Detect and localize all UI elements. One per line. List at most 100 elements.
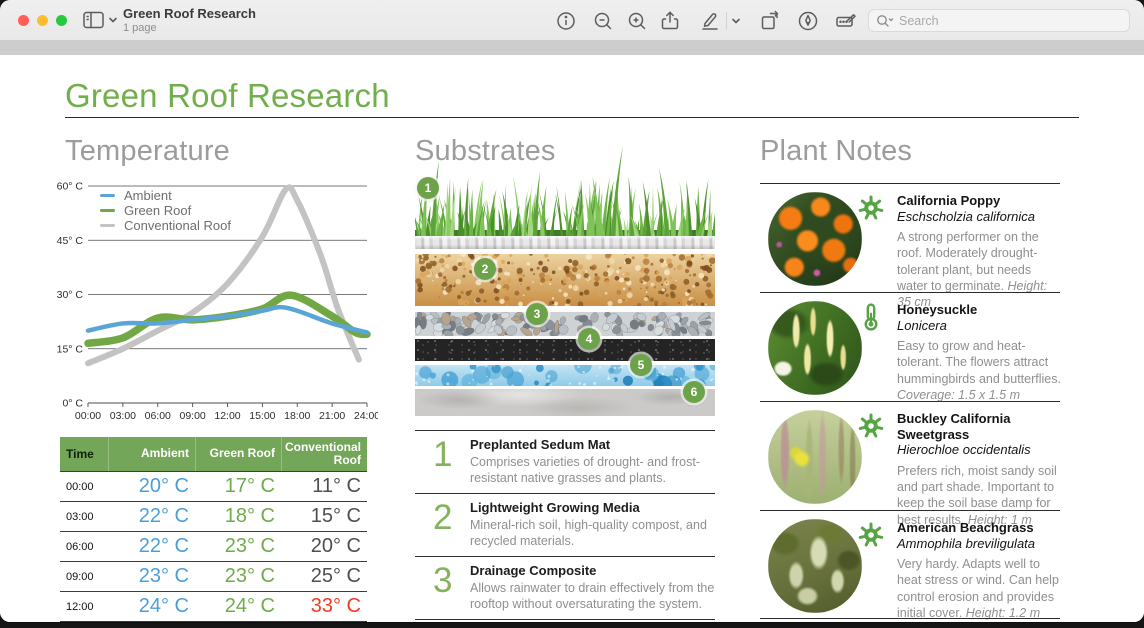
- legend-entry: Ambient: [100, 188, 231, 203]
- substrate-number: 2: [433, 498, 452, 538]
- layer-roof-deck: [415, 389, 715, 416]
- cell-ambient: 24° C: [108, 595, 195, 618]
- cell-conventional-roof: 15° C: [281, 505, 367, 528]
- cell-time: 09:00: [60, 571, 108, 583]
- sidebar-toggle-button[interactable]: [82, 10, 120, 30]
- preview-window: Green Roof Research 1 page: [0, 0, 1144, 622]
- thermometer-icon: [856, 302, 886, 332]
- plant-description: Very hardy. Adapts well to heat stress o…: [897, 556, 1062, 621]
- highlighter-icon: [697, 8, 723, 34]
- layer-water-retention: [415, 365, 715, 386]
- table-header-time: Time: [60, 437, 108, 471]
- plant-title: California Poppy: [897, 193, 1062, 209]
- substrate-badge-5: 5: [630, 354, 652, 376]
- substrate-layer-diagram: 123456: [415, 140, 715, 480]
- substrate-title: Lightweight Growing Media: [470, 500, 715, 515]
- close-window-button[interactable]: [18, 15, 29, 26]
- cell-conventional-roof: 11° C: [281, 475, 367, 498]
- substrate-list: 1Preplanted Sedum MatComprises varieties…: [415, 430, 715, 622]
- layer-root-barrier: [415, 339, 715, 361]
- substrate-number: 3: [433, 561, 452, 601]
- screenshot-stage: Green Roof Research 1 page: [0, 0, 1144, 628]
- substrate-badge-2: 2: [474, 258, 496, 280]
- table-row: 00:0020° C17° C11° C: [60, 471, 367, 501]
- svg-text:24:00: 24:00: [354, 410, 378, 422]
- cell-ambient: 22° C: [108, 505, 195, 528]
- plant-title: Honeysuckle: [897, 302, 1062, 318]
- minimize-window-button[interactable]: [37, 15, 48, 26]
- substrate-description: Comprises varieties of drought- and fros…: [470, 454, 715, 486]
- highlight-menu-button[interactable]: [728, 8, 744, 34]
- plant-note-item: California PoppyEschscholzia californica…: [760, 183, 1060, 292]
- document-page: Green Roof Research Temperature Substrat…: [0, 55, 1144, 622]
- cell-time: 03:00: [60, 511, 108, 523]
- plant-photo-poppy: [768, 192, 862, 286]
- substrate-title: Drainage Composite: [470, 563, 715, 578]
- highlight-button[interactable]: [697, 8, 723, 34]
- plant-text: HoneysuckleLonicera Easy to grow and heat…: [897, 302, 1062, 403]
- zoom-in-icon: [624, 8, 650, 34]
- plant-metric: Coverage: 1.5 x 1.5 m: [897, 388, 1020, 402]
- temperature-table: TimeAmbientGreen RoofConventional Roof00…: [60, 437, 367, 622]
- markup-button[interactable]: [795, 8, 821, 34]
- legend-entry: Conventional Roof: [100, 218, 231, 233]
- table-row: 03:0022° C18° C15° C: [60, 501, 367, 531]
- cell-green-roof: 23° C: [195, 565, 281, 588]
- fill-and-sign-button[interactable]: [833, 8, 859, 34]
- legend-label: Conventional Roof: [124, 218, 231, 233]
- share-button[interactable]: [657, 8, 683, 34]
- legend-swatch: [100, 224, 115, 228]
- svg-text:30° C: 30° C: [57, 289, 84, 301]
- substrate-badge-1: 1: [417, 177, 439, 199]
- legend-entry: Green Roof: [100, 203, 231, 218]
- plant-species: Hierochloe occidentalis: [897, 442, 1062, 458]
- title-rule: [65, 117, 1079, 118]
- sun-icon: [856, 520, 886, 550]
- fill-and-sign-icon: [833, 8, 859, 34]
- zoom-out-button[interactable]: [590, 8, 616, 34]
- svg-text:03:00: 03:00: [110, 410, 136, 422]
- table-row: 09:0023° C23° C25° C: [60, 561, 367, 591]
- toolbar-separator: [726, 12, 727, 30]
- document-title: Green Roof Research: [65, 77, 390, 115]
- search-input[interactable]: Search: [868, 9, 1130, 32]
- svg-text:60° C: 60° C: [57, 181, 84, 193]
- cell-conventional-roof: 33° C: [281, 595, 367, 618]
- info-button[interactable]: [553, 8, 579, 34]
- table-bottom-rule: [60, 621, 367, 622]
- legend-label: Ambient: [124, 188, 172, 203]
- substrate-badge-4: 4: [578, 328, 600, 350]
- cell-time: 00:00: [60, 481, 108, 493]
- svg-text:09:00: 09:00: [179, 410, 205, 422]
- table-header-green-roof: Green Roof: [195, 437, 281, 471]
- substrate-list-item: 1Preplanted Sedum MatComprises varieties…: [415, 430, 715, 493]
- cell-green-roof: 17° C: [195, 475, 281, 498]
- svg-text:00:00: 00:00: [75, 410, 101, 422]
- plant-list-bottom-rule: [760, 618, 1060, 619]
- table-header-ambient: Ambient: [108, 437, 195, 471]
- plant-photo-beachgrass: [768, 519, 862, 613]
- section-heading-temperature: Temperature: [65, 135, 230, 168]
- cell-ambient: 22° C: [108, 535, 195, 558]
- zoom-in-button[interactable]: [624, 8, 650, 34]
- plant-photo-texture: [768, 192, 862, 286]
- substrate-list-item: 3Drainage CompositeAllows rainwater to d…: [415, 556, 715, 619]
- info-icon: [553, 8, 579, 34]
- plant-description: Easy to grow and heat-tolerant. The flow…: [897, 338, 1062, 403]
- cell-green-roof: 23° C: [195, 535, 281, 558]
- plant-title: American Beachgrass: [897, 520, 1062, 536]
- table-row: 06:0022° C23° C20° C: [60, 531, 367, 561]
- zoom-out-icon: [590, 8, 616, 34]
- substrate-title: Preplanted Sedum Mat: [470, 437, 715, 452]
- layer-growing-media: [415, 254, 715, 306]
- substrate-list-item: 2Lightweight Growing MediaMineral-rich s…: [415, 493, 715, 556]
- legend-swatch: [100, 194, 115, 198]
- layer-drainage-gravel: [415, 312, 715, 336]
- layer-sedum-mat-base: [415, 236, 715, 249]
- window-subtitle: 1 page: [123, 22, 256, 35]
- sun-icon: [856, 411, 886, 441]
- svg-text:15:00: 15:00: [249, 410, 275, 422]
- rotate-left-button[interactable]: [757, 8, 783, 34]
- plant-species: Lonicera: [897, 318, 1062, 334]
- zoom-window-button[interactable]: [56, 15, 67, 26]
